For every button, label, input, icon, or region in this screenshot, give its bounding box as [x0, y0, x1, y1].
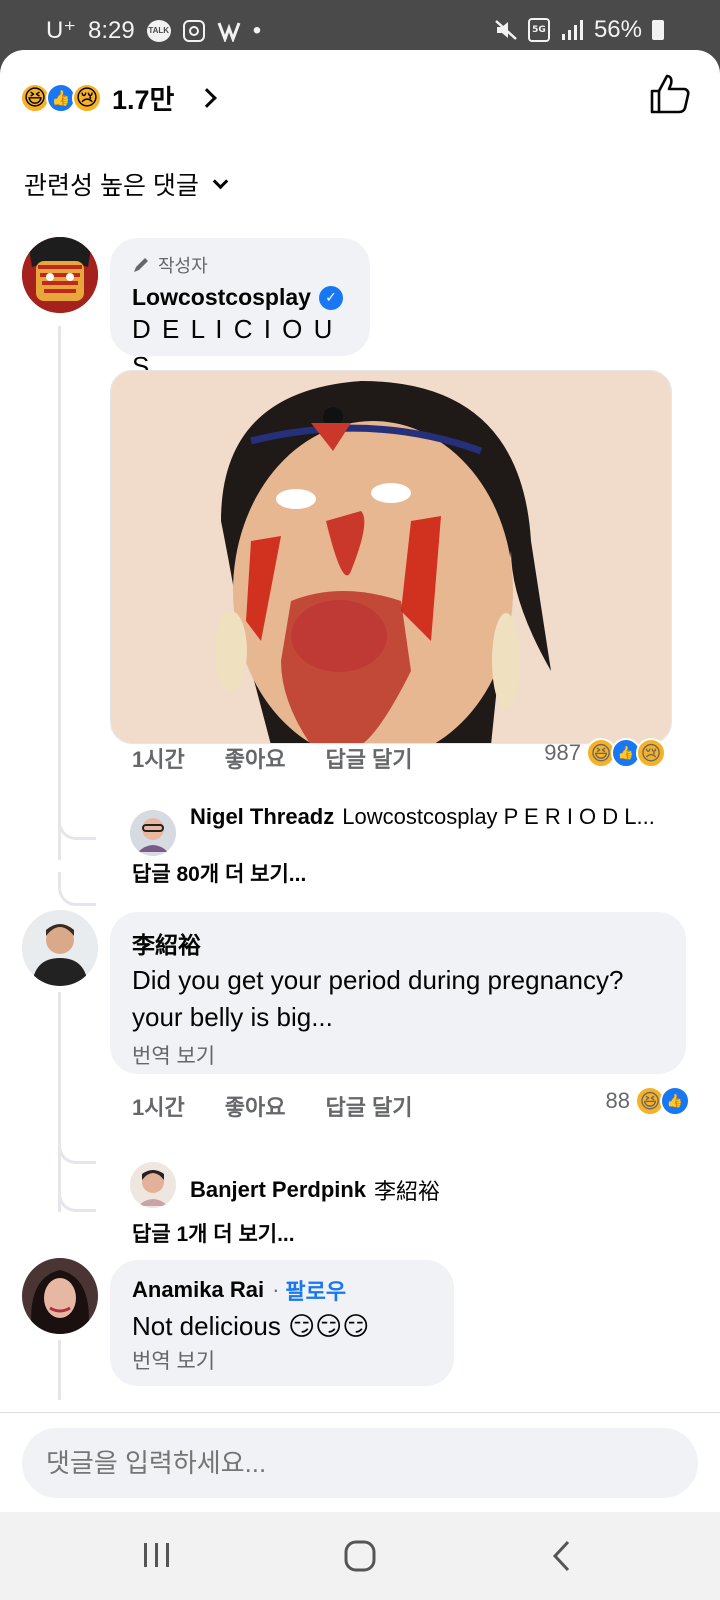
- comment-bubble[interactable]: 작성자 Lowcostcosplay ✓ D E L I C I O U S: [110, 238, 370, 381]
- svg-text:5G: 5G: [532, 25, 546, 35]
- signal-bars-icon: [561, 20, 583, 40]
- author-name[interactable]: 李紹裕: [132, 926, 201, 960]
- reply-author[interactable]: Nigel Threadz: [190, 804, 334, 830]
- author-name[interactable]: Lowcostcosplay: [132, 284, 311, 311]
- reply-button[interactable]: 답글 달기: [325, 1090, 412, 1122]
- recent-apps-icon[interactable]: [132, 1534, 182, 1578]
- battery-icon: [652, 20, 664, 40]
- comment-time: 1시간: [132, 1095, 185, 1120]
- 5g-signal-icon: 5G: [527, 18, 550, 42]
- reply-button[interactable]: 답글 달기: [325, 742, 412, 774]
- battery-percent: 56%: [593, 16, 642, 43]
- reply-text: Lowcostcosplay P E R I O D L...: [342, 804, 655, 829]
- comment-author[interactable]: Lowcostcosplay ✓: [132, 284, 348, 311]
- comment-bubble[interactable]: 李紹裕 Did you get your period during pregn…: [110, 912, 686, 1074]
- chevron-right-icon: [197, 87, 218, 108]
- comment-photo[interactable]: [110, 370, 672, 744]
- pencil-icon: [134, 258, 148, 272]
- comment-reactions[interactable]: 88 😆 👍: [606, 1086, 690, 1116]
- like-comment-button[interactable]: 좋아요: [225, 1090, 286, 1122]
- reply-author[interactable]: Banjert Perdpink: [190, 1177, 366, 1203]
- thread-line: [58, 1340, 61, 1400]
- sad-icon: 😢: [72, 82, 102, 113]
- reactions-summary-button[interactable]: 😆 👍 😢 1.7만: [20, 78, 218, 117]
- sad-icon: 😢: [636, 738, 666, 768]
- view-more-replies-button[interactable]: 답글 80개 더 보기...: [132, 858, 306, 888]
- comments-sheet: 😆 👍 😢 1.7만 관련성 높은 댓글 작성자 Lowcostcosplay: [0, 50, 720, 1512]
- thread-elbow: [58, 1130, 96, 1164]
- verified-badge-icon: ✓: [318, 285, 343, 310]
- comment-author[interactable]: Anamika Rai · 팔로우: [132, 1274, 432, 1306]
- like-icon: 👍: [660, 1086, 690, 1116]
- like-comment-button[interactable]: 좋아요: [225, 742, 286, 774]
- sort-label: 관련성 높은 댓글: [24, 172, 199, 200]
- carrier-label: U⁺: [46, 17, 76, 44]
- avatar[interactable]: [22, 1258, 98, 1334]
- avatar[interactable]: [22, 910, 98, 986]
- author-badge: 작성자: [132, 252, 348, 278]
- view-more-replies-button[interactable]: 답글 1개 더 보기...: [132, 1218, 295, 1248]
- mute-icon: [495, 20, 517, 40]
- comment-bubble[interactable]: Anamika Rai · 팔로우 Not delicious 😏😏😏 번역 보…: [110, 1260, 454, 1386]
- kakaotalk-icon: TALK: [146, 19, 171, 42]
- like-outline-icon[interactable]: [648, 72, 692, 116]
- app-notification-icon: [217, 21, 241, 42]
- reply-text: 李紹裕: [374, 1179, 441, 1204]
- notification-dot: •: [252, 16, 262, 44]
- back-icon[interactable]: [538, 1534, 588, 1578]
- comment-reactions[interactable]: 987 😆 👍 😢: [544, 738, 666, 768]
- system-navigation-bar: [0, 1512, 720, 1600]
- comment-actions: 1시간 좋아요 답글 달기: [132, 1090, 453, 1122]
- author-tag-label: 작성자: [158, 256, 208, 276]
- follow-button[interactable]: 팔로우: [285, 1274, 346, 1306]
- see-translation-link[interactable]: 번역 보기: [132, 1040, 664, 1070]
- comment-composer: [0, 1412, 720, 1512]
- instagram-icon: [182, 19, 205, 42]
- reply-avatar[interactable]: [130, 810, 176, 856]
- comment-sort-dropdown[interactable]: 관련성 높은 댓글: [24, 166, 229, 202]
- comment-text: Not delicious 😏😏😏: [132, 1311, 370, 1341]
- reply-preview[interactable]: Nigel Threadz Lowcostcosplay P E R I O D…: [190, 804, 690, 830]
- status-bar: U⁺ 8:29 TALK • 5G 56%: [0, 0, 720, 50]
- comment-text: Did you get your period during pregnancy…: [132, 965, 624, 1032]
- see-translation-link[interactable]: 번역 보기: [132, 1345, 432, 1375]
- avatar[interactable]: [22, 237, 98, 313]
- reactions-count: 1.7만: [112, 85, 175, 115]
- thread-elbow: [58, 872, 96, 906]
- thread-elbow: [58, 806, 96, 840]
- comment-actions: 1시간 좋아요 답글 달기: [132, 742, 453, 774]
- thread-line: [58, 326, 61, 860]
- reaction-count: 987: [544, 740, 581, 765]
- home-icon[interactable]: [335, 1534, 385, 1578]
- separator-dot: ·: [272, 1277, 280, 1302]
- comment-input[interactable]: [22, 1428, 698, 1498]
- reply-preview[interactable]: Banjert Perdpink 李紹裕: [190, 1174, 440, 1206]
- comment-author[interactable]: 李紹裕: [132, 926, 664, 960]
- clock: 8:29: [88, 16, 135, 44]
- chevron-down-icon: [212, 173, 229, 189]
- author-name[interactable]: Anamika Rai: [132, 1277, 264, 1303]
- comment-time: 1시간: [132, 747, 185, 772]
- reply-avatar[interactable]: [130, 1162, 176, 1208]
- thread-elbow: [58, 1178, 96, 1212]
- reaction-count: 88: [605, 1088, 630, 1113]
